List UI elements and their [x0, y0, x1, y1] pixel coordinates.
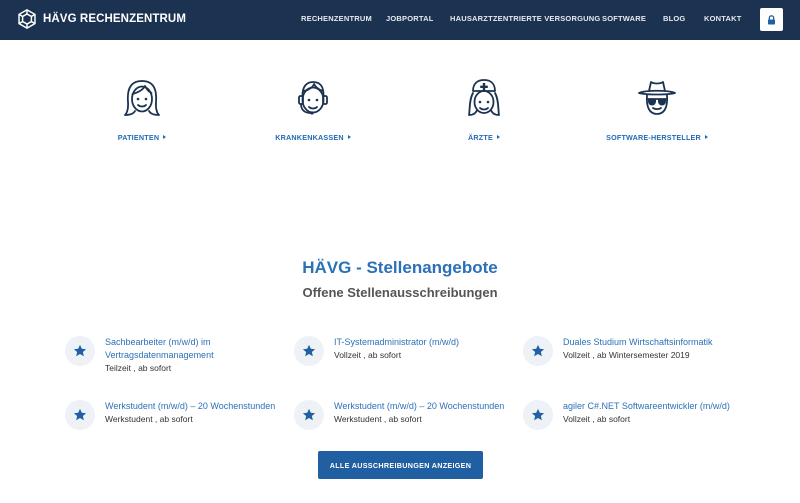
- audience-link-krankenkassen[interactable]: KRANKENKASSEN: [233, 78, 393, 145]
- top-navigation-bar: HÄVG RECHENZENTRUM RECHENZENTRUM JOBPORT…: [0, 0, 800, 40]
- nav-item-blog[interactable]: BLOG: [663, 14, 685, 23]
- star-icon: [523, 336, 553, 366]
- star-icon: [294, 336, 324, 366]
- star-icon: [65, 336, 95, 366]
- job-title-link[interactable]: IT-Systemadministrator (m/w/d): [334, 336, 514, 349]
- nav-item-kontakt[interactable]: KONTAKT: [704, 14, 742, 23]
- audience-link-software-hersteller[interactable]: SOFTWARE-HERSTELLER: [577, 78, 737, 145]
- headset-agent-icon: [298, 81, 328, 115]
- audience-label-aerzte: ÄRZTE: [468, 133, 493, 142]
- star-icon: [294, 400, 324, 430]
- job-title-link[interactable]: Werkstudent (m/w/d) – 20 Wochenstunden: [334, 400, 514, 413]
- job-title-link[interactable]: Werkstudent (m/w/d) – 20 Wochenstunden: [105, 400, 285, 413]
- audience-section: PATIENTEN KRANKENKASSEN ÄRZTE SOFTWARE-H…: [0, 78, 800, 148]
- hat-sunglasses-icon: [638, 81, 676, 115]
- job-title-link[interactable]: Duales Studium Wirtschaftsinformatik: [563, 336, 743, 349]
- lock-icon: [768, 14, 775, 24]
- job-meta: Werkstudent , ab sofort: [334, 414, 422, 424]
- job-meta: Vollzeit , ab sofort: [563, 414, 631, 424]
- job-title-link[interactable]: agiler C#.NET Softwareentwickler (m/w/d): [563, 400, 743, 413]
- nav-item-hausarztzentrierte-versorgung[interactable]: HAUSARZTZENTRIERTE VERSORGUNG: [450, 14, 600, 23]
- star-icon: [65, 400, 95, 430]
- jobs-heading: HÄVG - Stellenangebote: [302, 258, 498, 277]
- caret-right-icon: [704, 135, 708, 139]
- job-title-link[interactable]: Sachbearbeiter (m/w/d) im Vertragsdatenm…: [105, 336, 285, 362]
- woman-face-icon: [124, 80, 160, 116]
- job-meta: Teilzeit , ab sofort: [105, 363, 172, 373]
- audience-label-krankenkassen: KRANKENKASSEN: [275, 133, 344, 142]
- nurse-icon: [468, 79, 500, 116]
- nav-item-software[interactable]: SOFTWARE: [602, 14, 646, 23]
- job-meta: Vollzeit , ab sofort: [334, 350, 402, 360]
- audience-label-patienten: PATIENTEN: [117, 133, 160, 142]
- show-all-jobs-button[interactable]: ALLE AUSSCHREIBUNGEN ANZEIGEN: [318, 451, 483, 479]
- caret-right-icon: [496, 135, 500, 139]
- job-meta: Werkstudent , ab sofort: [105, 414, 193, 424]
- caret-right-icon: [163, 135, 167, 139]
- star-icon: [523, 400, 553, 430]
- job-meta: Vollzeit , ab Wintersemester 2019: [563, 350, 690, 360]
- caret-right-icon: [347, 135, 351, 139]
- audience-label-software-hersteller: SOFTWARE-HERSTELLER: [606, 133, 701, 142]
- nav-item-jobportal[interactable]: JOBPORTAL: [386, 14, 434, 23]
- jobs-subheading: Offene Stellenausschreibungen: [302, 285, 498, 300]
- nav-item-rechenzentrum[interactable]: RECHENZENTRUM: [301, 14, 372, 23]
- login-button[interactable]: [760, 8, 783, 31]
- audience-link-patienten[interactable]: PATIENTEN: [62, 78, 222, 145]
- main-nav: RECHENZENTRUM JOBPORTAL HAUSARZTZENTRIER…: [0, 14, 800, 26]
- audience-link-aerzte[interactable]: ÄRZTE: [404, 78, 564, 145]
